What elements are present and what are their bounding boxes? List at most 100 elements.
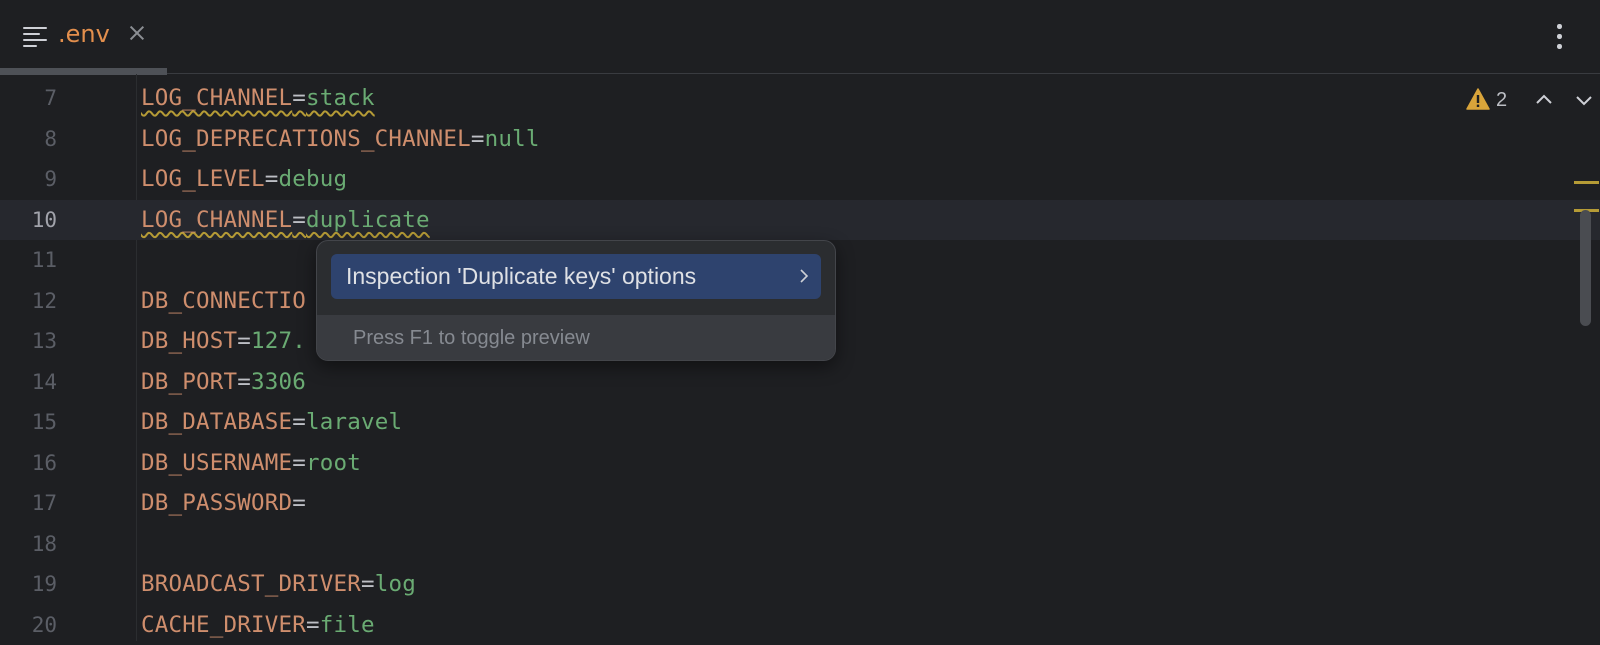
env-value: duplicate	[305, 206, 430, 233]
code-text: LOG_CHANNEL=stack	[141, 78, 375, 118]
env-equals: =	[264, 166, 279, 192]
line-number[interactable]: 7	[0, 78, 57, 118]
inspection-widget: 2	[1466, 86, 1596, 116]
line-number[interactable]: 11	[0, 240, 57, 280]
env-value: null	[484, 125, 540, 152]
popup-footer-hint: Press F1 to toggle preview	[353, 327, 590, 349]
duplicate-key-warning: LOG_CHANNEL=stack	[141, 85, 375, 111]
env-value: log	[374, 571, 416, 597]
line-number[interactable]: 14	[0, 362, 57, 402]
code-line[interactable]: 16 DB_USERNAME=root	[0, 443, 1600, 483]
env-equals: =	[292, 449, 306, 476]
env-equals: =	[292, 409, 306, 435]
warning-count[interactable]: 2	[1496, 86, 1507, 114]
duplicate-key-warning: LOG_CHANNEL=duplicate	[141, 207, 430, 233]
env-equals: =	[305, 611, 320, 638]
line-number[interactable]: 18	[0, 524, 57, 564]
code-line[interactable]: 17 DB_PASSWORD=	[0, 483, 1600, 523]
env-entry: DB_CONNECTIO	[141, 288, 306, 314]
inspection-options-item[interactable]: Inspection 'Duplicate keys' options	[331, 254, 821, 299]
env-equals: =	[237, 328, 251, 354]
editor-tab-bar: .env	[0, 0, 1600, 75]
inspection-options-label: Inspection 'Duplicate keys' options	[346, 263, 697, 289]
env-key: DB_PORT	[141, 368, 238, 395]
env-key: DB_CONNECTIO	[141, 287, 306, 314]
env-value: stack	[305, 85, 375, 111]
env-value: root	[305, 449, 361, 476]
text-file-icon	[23, 27, 47, 47]
code-line[interactable]: 10 LOG_CHANNEL=duplicate	[0, 199, 1600, 240]
line-number[interactable]: 8	[0, 119, 57, 159]
env-entry: DB_PORT=3306	[141, 369, 306, 395]
code-text: DB_DATABASE=laravel	[141, 402, 402, 442]
code-text: BROADCAST_DRIVER=log	[141, 564, 416, 604]
code-line[interactable]: 19 BROADCAST_DRIVER=log	[0, 564, 1600, 604]
code-text: LOG_CHANNEL=duplicate	[141, 200, 430, 240]
env-entry: DB_PASSWORD=	[141, 490, 306, 516]
code-text: DB_USERNAME=root	[141, 443, 361, 483]
code-text: CACHE_DRIVER=file	[141, 605, 375, 645]
env-value: 3306	[250, 368, 306, 395]
env-equals: =	[360, 571, 375, 597]
warning-stripe-mark[interactable]	[1574, 181, 1599, 184]
env-key: LOG_LEVEL	[141, 166, 265, 192]
tab-env[interactable]: .env	[0, 0, 167, 75]
env-value: file	[319, 611, 375, 638]
env-entry: DB_USERNAME=root	[141, 450, 361, 476]
env-value: debug	[278, 166, 348, 192]
env-equals: =	[470, 125, 485, 152]
code-text: DB_HOST=127.	[141, 321, 306, 361]
tab-title: .env	[58, 20, 110, 48]
more-vertical-icon[interactable]	[1553, 22, 1565, 52]
env-key: DB_PASSWORD	[141, 490, 293, 516]
line-number[interactable]: 20	[0, 605, 57, 645]
env-entry: BROADCAST_DRIVER=log	[141, 571, 416, 597]
env-key: LOG_DEPRECATIONS_CHANNEL	[141, 125, 471, 152]
chevron-up-icon[interactable]	[1534, 90, 1554, 110]
env-entry: LOG_LEVEL=debug	[141, 166, 347, 192]
code-line[interactable]: 8 LOG_DEPRECATIONS_CHANNEL=null	[0, 119, 1600, 159]
line-number[interactable]: 19	[0, 564, 57, 604]
chevron-right-icon	[800, 269, 809, 283]
code-text: LOG_DEPRECATIONS_CHANNEL=null	[141, 119, 540, 159]
env-value: laravel	[305, 409, 403, 435]
env-entry: DB_HOST=127.	[141, 328, 306, 354]
intention-actions-popup: Inspection 'Duplicate keys' options Pres…	[316, 240, 836, 361]
line-number[interactable]: 15	[0, 402, 57, 442]
code-line[interactable]: 7 LOG_CHANNEL=stack	[0, 78, 1600, 118]
code-line[interactable]: 15 DB_DATABASE=laravel	[0, 402, 1600, 442]
close-icon[interactable]	[128, 24, 146, 42]
env-key: BROADCAST_DRIVER	[141, 571, 361, 597]
code-line[interactable]: 20 CACHE_DRIVER=file	[0, 605, 1600, 645]
env-equals: =	[292, 490, 306, 516]
env-key: DB_HOST	[141, 328, 238, 354]
env-equals: =	[292, 206, 306, 233]
env-key: LOG_CHANNEL	[141, 206, 293, 233]
line-number[interactable]: 16	[0, 443, 57, 483]
line-number[interactable]: 13	[0, 321, 57, 361]
vertical-scrollbar[interactable]	[1580, 210, 1591, 326]
line-number[interactable]: 9	[0, 159, 57, 199]
code-text: DB_PORT=3306	[141, 362, 306, 402]
code-line[interactable]: 9 LOG_LEVEL=debug	[0, 159, 1600, 199]
env-key: LOG_CHANNEL	[141, 85, 293, 111]
code-line[interactable]: 14 DB_PORT=3306	[0, 362, 1600, 402]
line-number[interactable]: 12	[0, 281, 57, 321]
env-entry: LOG_DEPRECATIONS_CHANNEL=null	[141, 126, 540, 152]
popup-footer: Press F1 to toggle preview	[317, 315, 835, 360]
code-text: DB_PASSWORD=	[141, 483, 306, 523]
env-key: DB_USERNAME	[141, 449, 293, 476]
line-number[interactable]: 17	[0, 483, 57, 523]
env-entry: DB_DATABASE=laravel	[141, 409, 402, 435]
warning-icon[interactable]	[1466, 88, 1490, 110]
code-text: LOG_LEVEL=debug	[141, 159, 347, 199]
code-line[interactable]: 18	[0, 524, 1600, 564]
env-value: 127.	[250, 328, 306, 354]
env-equals: =	[237, 368, 251, 395]
line-number[interactable]: 10	[0, 200, 57, 240]
chevron-down-icon[interactable]	[1574, 90, 1594, 110]
env-equals: =	[292, 85, 306, 111]
env-key: DB_DATABASE	[141, 409, 293, 435]
env-key: CACHE_DRIVER	[141, 611, 306, 638]
code-text: DB_CONNECTIO	[141, 281, 306, 321]
